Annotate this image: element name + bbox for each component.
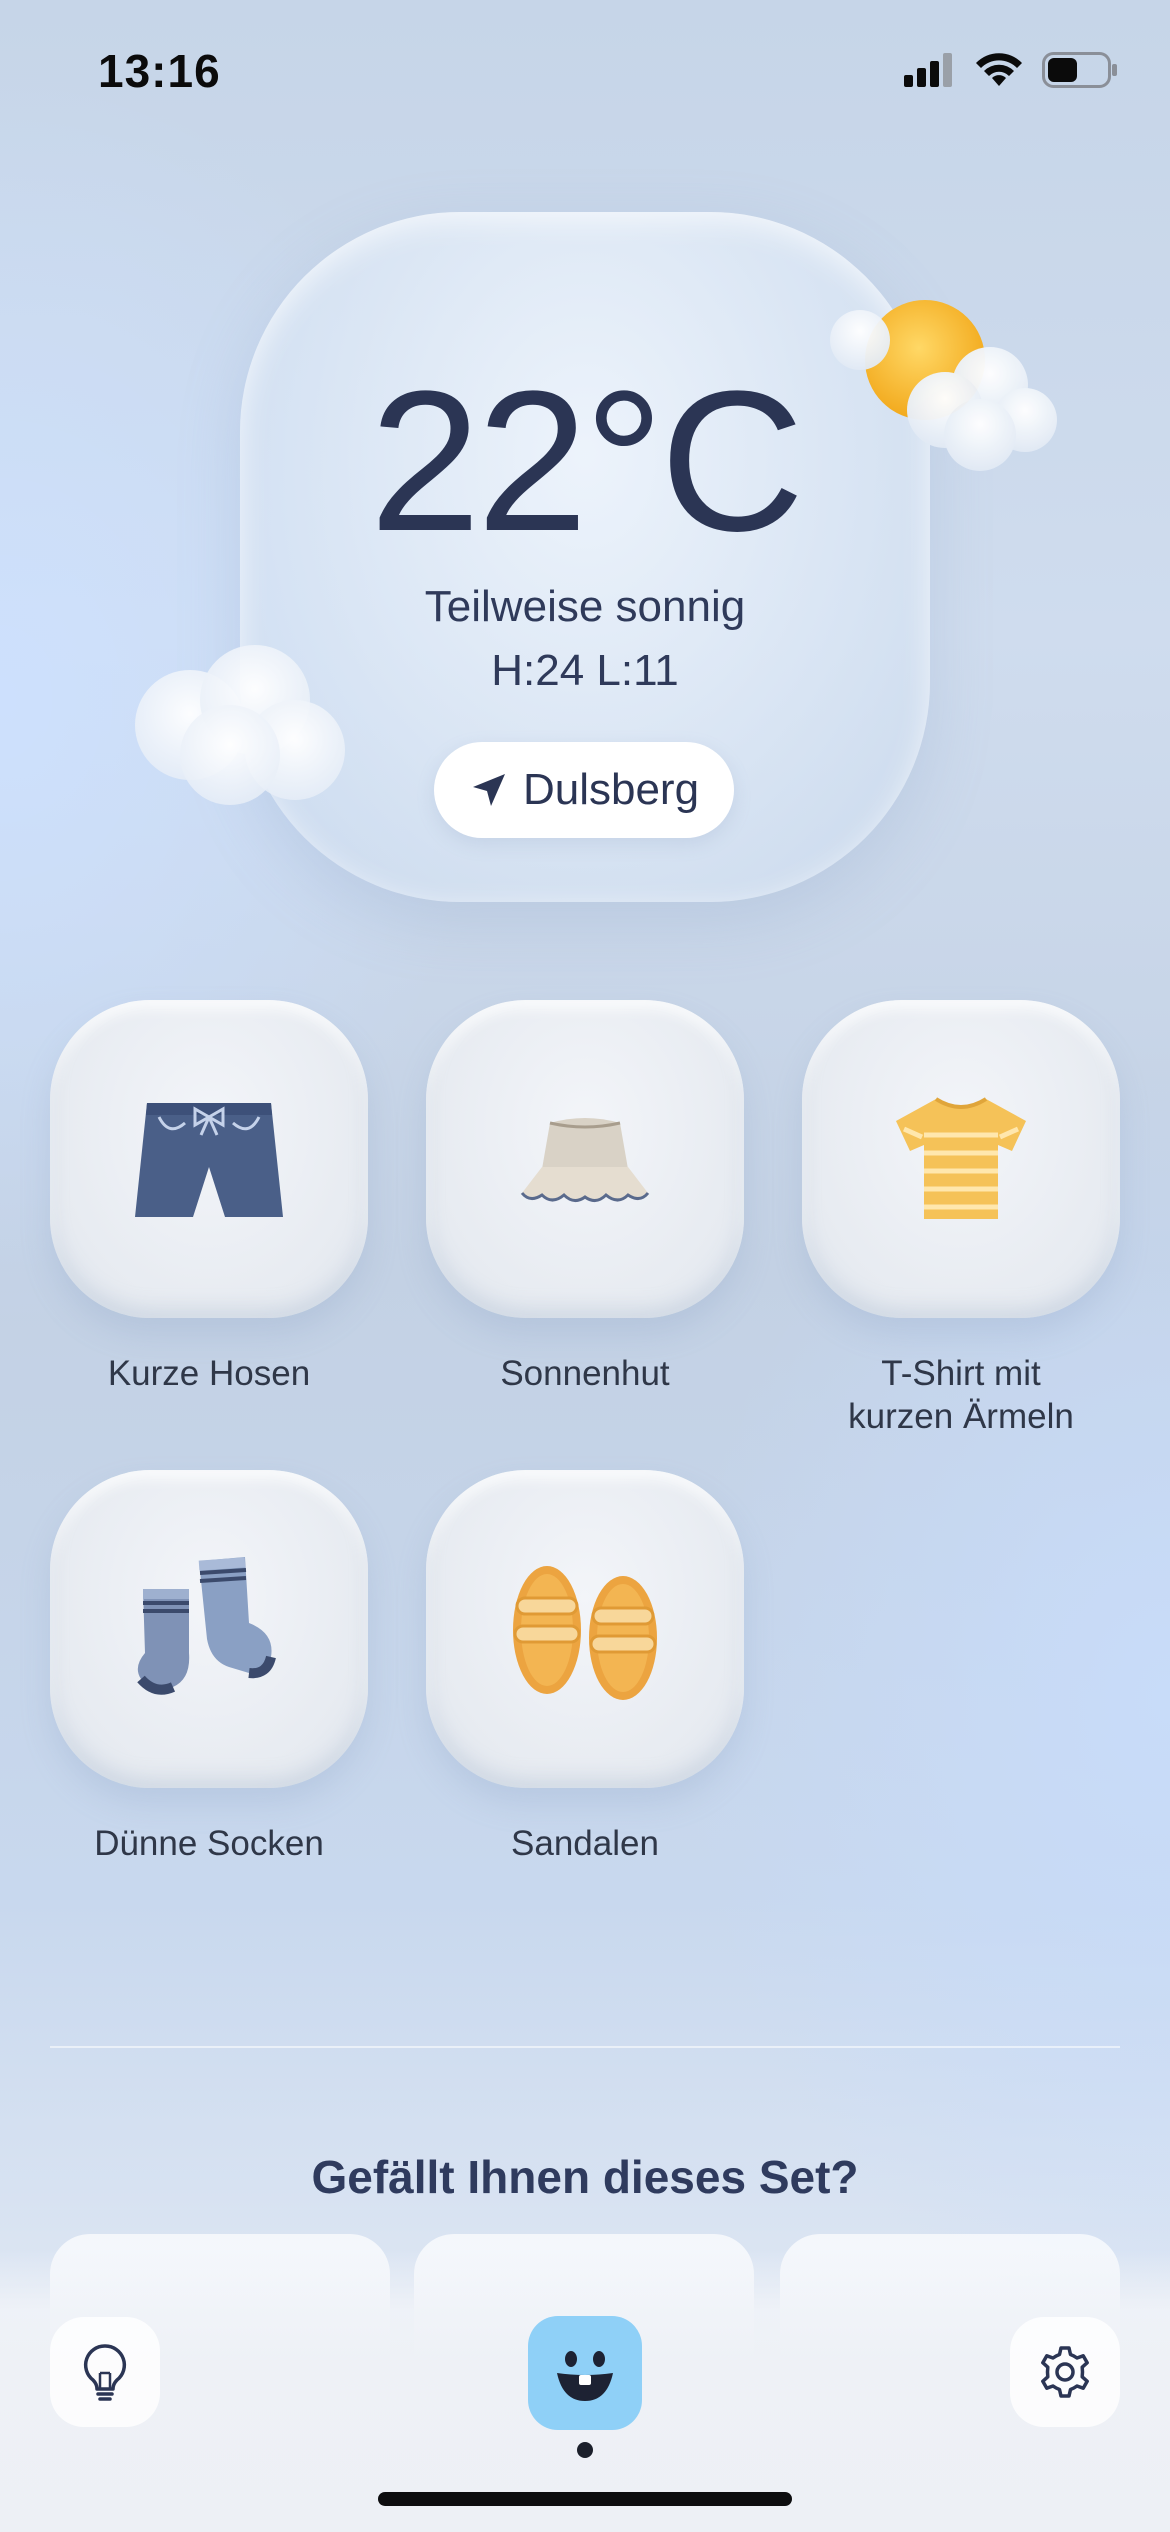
cloud-icon — [135, 645, 345, 805]
clothing-label: T-Shirt mit kurzen Ärmeln — [848, 1354, 1074, 1436]
status-icons — [904, 52, 1118, 88]
clothing-tile[interactable] — [50, 1000, 368, 1318]
location-button[interactable]: Dulsberg — [434, 742, 734, 838]
tips-button[interactable] — [50, 2317, 160, 2427]
clothing-item[interactable]: T-Shirt mit kurzen Ärmeln — [802, 1000, 1120, 1438]
clothing-item[interactable]: Kurze Hosen — [50, 1000, 368, 1395]
status-time: 13:16 — [98, 45, 221, 97]
clothing-tile[interactable] — [426, 1470, 744, 1788]
sandals-icon — [513, 1566, 657, 1700]
lightbulb-icon — [83, 2344, 127, 2401]
clothing-label: Sandalen — [511, 1824, 659, 1863]
gear-icon — [1041, 2346, 1089, 2398]
clothing-item[interactable]: Sonnenhut — [426, 1000, 744, 1395]
socks-icon — [137, 1557, 276, 1695]
feedback-title: Gefällt Ihnen dieses Set? — [311, 2151, 859, 2203]
settings-button[interactable] — [1010, 2317, 1120, 2427]
shorts-icon — [135, 1103, 283, 1217]
mascot-button[interactable] — [528, 2316, 642, 2430]
clothing-tile[interactable] — [50, 1470, 368, 1788]
location-name: Dulsberg — [522, 765, 700, 814]
clothing-label: Dünne Socken — [94, 1824, 324, 1863]
clothing-item[interactable]: Sandalen — [426, 1470, 744, 1865]
active-tab-indicator — [577, 2442, 593, 2458]
partly-sunny-icon — [830, 300, 1057, 471]
weather-condition: Teilweise sonnig — [424, 582, 746, 631]
t-shirt-icon — [896, 1097, 1026, 1219]
divider — [50, 2046, 1120, 2048]
clothing-item[interactable]: Dünne Socken — [50, 1470, 368, 1865]
location-arrow-icon — [472, 774, 505, 806]
smiley-mascot-icon — [557, 2351, 613, 2401]
clothing-tile[interactable] — [802, 1000, 1120, 1318]
sun-hat-icon — [520, 1118, 650, 1202]
clothing-tile[interactable] — [426, 1000, 744, 1318]
clothing-label: Kurze Hosen — [107, 1354, 311, 1393]
wifi-icon — [976, 53, 1022, 86]
cellular-signal-icon — [904, 53, 952, 87]
clothing-label: Sonnenhut — [500, 1354, 670, 1393]
battery-icon — [1042, 52, 1117, 88]
home-indicator — [378, 2492, 792, 2506]
